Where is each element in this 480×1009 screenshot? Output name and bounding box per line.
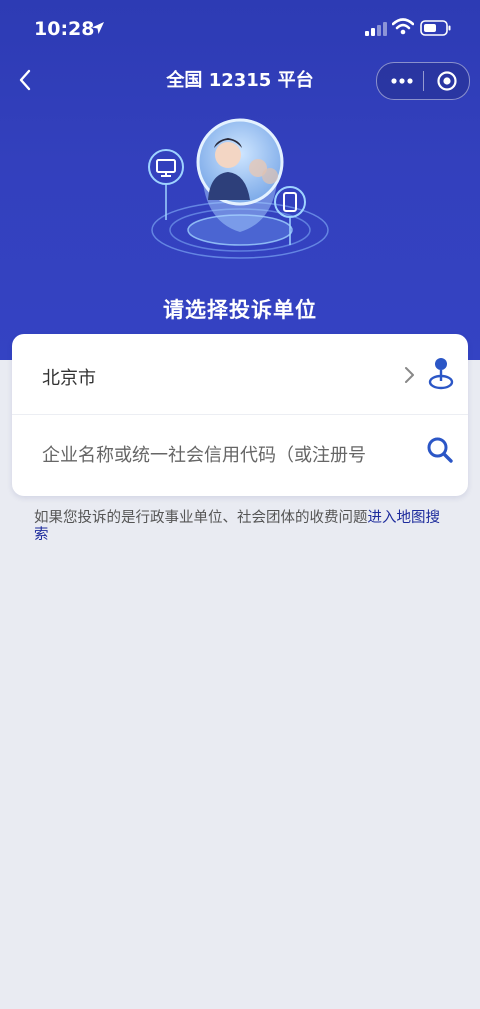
header-banner: 10:28 全国 12315 平台 请选择投诉单位 bbox=[0, 0, 480, 360]
battery-icon bbox=[420, 20, 451, 36]
more-options-icon[interactable] bbox=[391, 75, 413, 87]
wifi-icon bbox=[392, 18, 414, 35]
company-search-row bbox=[12, 414, 468, 494]
map-search-note: 如果您投诉的是行政事业单位、社会团体的收费问题进入地图搜索 bbox=[34, 510, 454, 544]
section-heading: 请选择投诉单位 bbox=[163, 298, 317, 322]
cellular-signal-icon bbox=[365, 22, 387, 36]
navigation-bar: 全国 12315 平台 bbox=[0, 56, 480, 104]
selection-card: 北京市 bbox=[12, 334, 468, 496]
capsule-divider bbox=[423, 71, 424, 91]
status-time: 10:28 bbox=[34, 18, 95, 40]
company-search-input[interactable] bbox=[40, 440, 420, 470]
search-icon[interactable] bbox=[426, 436, 454, 464]
location-arrow-icon bbox=[92, 22, 104, 34]
status-bar: 10:28 bbox=[0, 0, 480, 56]
close-mini-program-icon[interactable] bbox=[436, 70, 458, 92]
location-pin-icon[interactable] bbox=[428, 356, 454, 390]
city-value: 北京市 bbox=[42, 368, 96, 389]
customer-service-illustration bbox=[148, 118, 329, 259]
chevron-right-icon bbox=[405, 367, 414, 383]
city-selector[interactable]: 北京市 bbox=[12, 334, 468, 415]
note-text: 如果您投诉的是行政事业单位、社会团体的收费问题 bbox=[34, 510, 368, 526]
mini-program-capsule bbox=[376, 62, 470, 100]
